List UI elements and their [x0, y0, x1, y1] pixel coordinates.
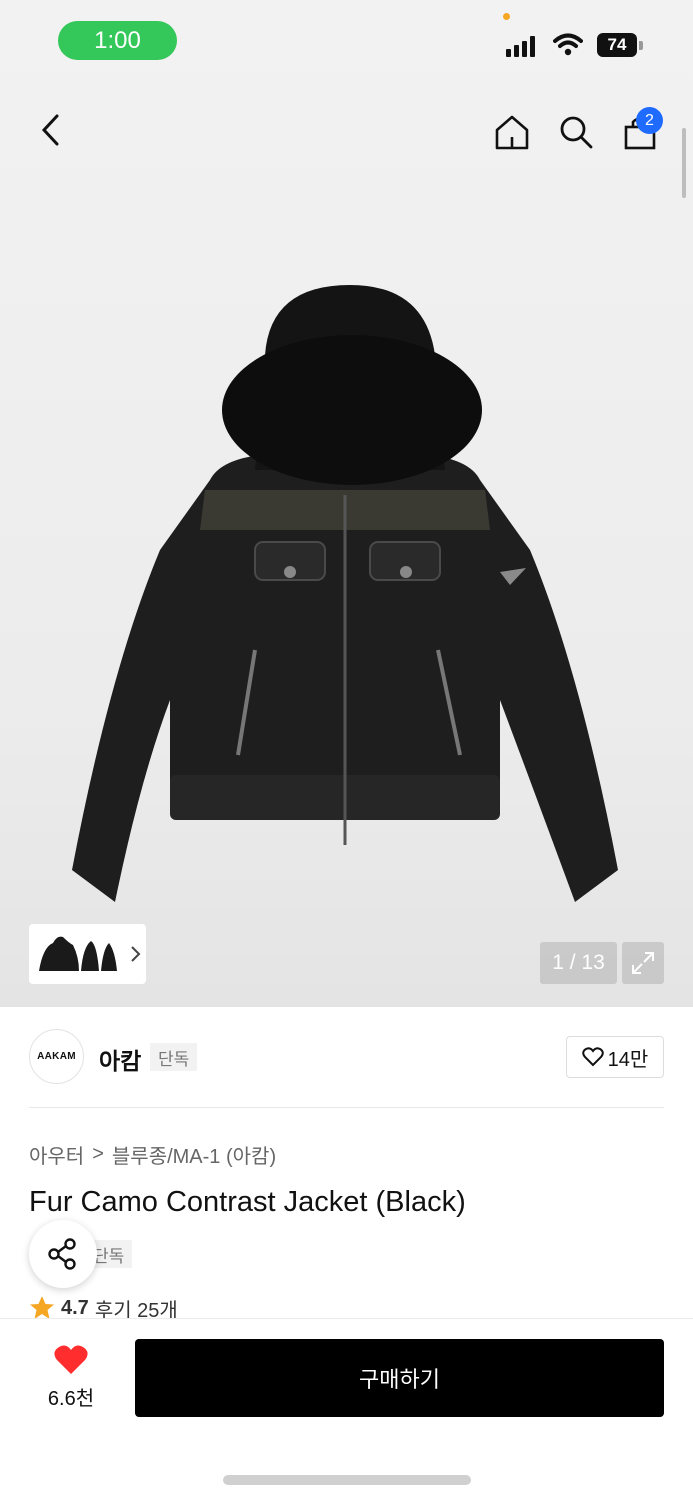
breadcrumb-subcategory[interactable]: 블루종/MA-1 (아캄) — [112, 1140, 276, 1169]
brand-like-count: 14만 — [607, 1048, 649, 1071]
wifi-icon — [553, 33, 583, 56]
brand-logo[interactable]: AAKAM — [29, 1029, 84, 1084]
search-button[interactable] — [554, 110, 598, 154]
breadcrumb-category[interactable]: 아우터 — [29, 1140, 84, 1169]
back-button[interactable] — [30, 110, 70, 150]
rating-score: 4.7 — [61, 1297, 89, 1319]
rating-row[interactable]: 4.7 후기 25개 — [29, 1297, 178, 1319]
section-divider — [29, 1107, 664, 1108]
wishlist-button[interactable]: 6.6천 — [38, 1344, 104, 1411]
status-time: 1:00 — [58, 21, 177, 60]
star-icon — [30, 1297, 54, 1319]
battery-icon: 74 — [597, 33, 637, 57]
privacy-indicator-dot — [503, 13, 510, 20]
cart-count-badge: 2 — [636, 107, 663, 134]
buy-button[interactable]: 구매하기 — [135, 1339, 664, 1417]
thumbnail-strip[interactable] — [29, 924, 146, 984]
back-chevron-icon — [41, 114, 59, 146]
heart-outline-icon — [581, 1047, 604, 1067]
share-icon — [48, 1238, 76, 1270]
exclusive-badge: 단독 — [150, 1043, 198, 1071]
home-icon — [495, 115, 529, 150]
expand-icon — [632, 952, 654, 974]
brand-name[interactable]: 아캄 — [99, 1042, 141, 1076]
home-indicator — [223, 1475, 471, 1485]
fullscreen-button[interactable] — [622, 942, 664, 984]
brand-like-button[interactable]: 14만 — [566, 1036, 664, 1078]
jacket-thumbnails — [39, 936, 117, 971]
chevron-right-icon — [131, 946, 141, 962]
battery-tip — [639, 41, 643, 50]
cellular-signal-icon — [506, 35, 535, 57]
image-counter: 1 / 13 — [540, 942, 617, 984]
home-button[interactable] — [490, 110, 534, 154]
heart-filled-icon — [54, 1345, 88, 1374]
breadcrumb-separator: > — [92, 1143, 104, 1165]
jacket-product-image — [72, 285, 618, 902]
scroll-indicator — [682, 128, 686, 198]
wishlist-count: 6.6천 — [47, 1388, 95, 1410]
product-title: Fur Camo Contrast Jacket (Black) — [29, 1186, 466, 1218]
review-count: 후기 25개 — [94, 1299, 178, 1320]
breadcrumb: 아우터 > 블루종/MA-1 (아캄) — [29, 1140, 276, 1169]
share-button[interactable] — [29, 1220, 97, 1288]
search-icon — [560, 116, 593, 149]
